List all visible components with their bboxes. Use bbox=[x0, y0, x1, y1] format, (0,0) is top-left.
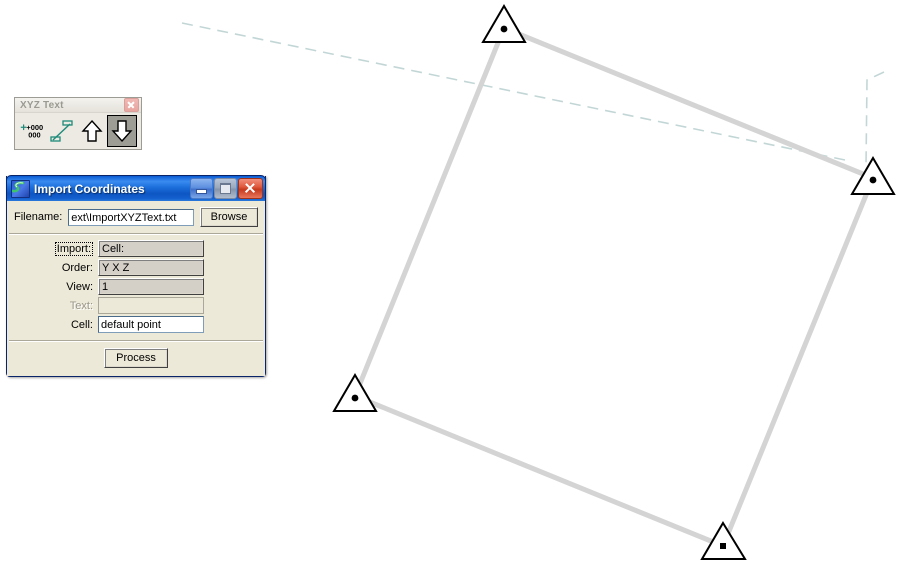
maximize-icon[interactable] bbox=[214, 178, 237, 199]
order-field-label: Order: bbox=[61, 261, 93, 274]
import-field-label: Import: bbox=[54, 241, 93, 256]
xyz-coordinate-button[interactable]: +000 000 bbox=[17, 115, 47, 147]
import-coordinates-dialog[interactable]: Import Coordinates Filename: ext\ImportX… bbox=[6, 175, 266, 377]
view-field-label: View: bbox=[66, 280, 93, 293]
import-options-form: Import: Cell: Order: Y X Z View: 1 Text:… bbox=[7, 235, 265, 340]
browse-button[interactable]: Browse bbox=[200, 207, 258, 227]
text-field-label: Text: bbox=[69, 299, 93, 312]
filename-label: Filename: bbox=[14, 211, 63, 223]
close-icon[interactable] bbox=[124, 98, 139, 112]
filename-input[interactable]: ext\ImportXYZText.txt bbox=[68, 208, 194, 226]
cell-field-input[interactable]: default point bbox=[98, 316, 204, 333]
up-arrow-button[interactable] bbox=[77, 115, 107, 147]
survey-point-top[interactable] bbox=[481, 4, 527, 43]
survey-point-right[interactable] bbox=[850, 156, 896, 195]
dialog-body: Filename: ext\ImportXYZText.txt Browse I… bbox=[7, 201, 265, 376]
xyz-toolbar-titlebar[interactable]: XYZ Text bbox=[15, 98, 141, 113]
boundary-polygon[interactable] bbox=[351, 24, 877, 550]
view-field-value[interactable]: 1 bbox=[98, 278, 204, 295]
dashed-reference-line-left bbox=[181, 22, 846, 161]
minimize-icon[interactable] bbox=[190, 178, 213, 199]
dialog-action-row: Process bbox=[7, 342, 265, 376]
filename-section: Filename: ext\ImportXYZText.txt Browse bbox=[7, 201, 265, 233]
xyz-coordinate-line2: 000 bbox=[28, 131, 40, 140]
dialog-title: Import Coordinates bbox=[34, 181, 145, 196]
text-field-input bbox=[98, 297, 204, 314]
dashed-reference-line-right bbox=[865, 71, 885, 167]
cell-field-label: Cell: bbox=[70, 318, 93, 331]
import-field-value[interactable]: Cell: bbox=[98, 240, 204, 257]
xyz-toolbar-title: XYZ Text bbox=[20, 99, 64, 111]
xyz-text-toolbar[interactable]: XYZ Text +000 000 bbox=[14, 97, 142, 150]
slope-line-button[interactable] bbox=[47, 115, 77, 147]
down-arrow-button[interactable] bbox=[107, 115, 137, 147]
process-button[interactable]: Process bbox=[104, 348, 168, 368]
dialog-titlebar[interactable]: Import Coordinates bbox=[6, 175, 266, 201]
app-icon bbox=[11, 179, 30, 198]
xyz-toolbar-button-group: +000 000 bbox=[15, 113, 141, 149]
order-field-value[interactable]: Y X Z bbox=[98, 259, 204, 276]
survey-point-left[interactable] bbox=[332, 373, 378, 412]
close-icon[interactable] bbox=[238, 178, 263, 199]
